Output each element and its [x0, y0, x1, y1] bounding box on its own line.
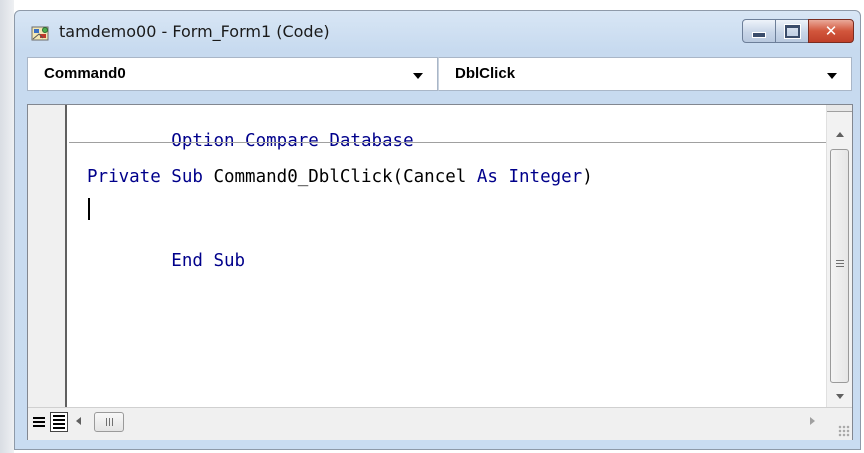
- code-line-sub-footer[interactable]: End Sub: [87, 231, 245, 291]
- full-module-view-button[interactable]: [50, 412, 68, 432]
- arrow-down-icon: [835, 393, 844, 399]
- object-dropdown[interactable]: Command0: [27, 57, 439, 91]
- window-controls: ✕: [742, 19, 854, 43]
- minimize-icon: [752, 32, 766, 38]
- code-keyword: Option Compare Database: [171, 131, 414, 151]
- scroll-right-icon[interactable]: [810, 417, 815, 425]
- horizontal-scroll-thumb[interactable]: [94, 412, 124, 432]
- split-handle[interactable]: [827, 105, 852, 112]
- margin-indicator-bar[interactable]: [28, 105, 67, 407]
- scroll-down-button[interactable]: [827, 385, 852, 407]
- close-button[interactable]: ✕: [808, 19, 854, 43]
- text-caret: [88, 198, 90, 220]
- code-punctuation: ): [582, 167, 593, 187]
- chevron-down-icon[interactable]: [413, 73, 424, 79]
- vertical-scroll-thumb[interactable]: [830, 149, 849, 383]
- code-keyword: Private Sub: [87, 167, 203, 187]
- procedure-dropdown[interactable]: DblClick: [438, 57, 852, 91]
- maximize-icon: [783, 23, 801, 39]
- close-icon: ✕: [824, 21, 838, 40]
- resize-grip-icon[interactable]: [838, 425, 850, 437]
- minimize-button[interactable]: [742, 19, 776, 43]
- desktop-background: [0, 0, 14, 453]
- scroll-left-icon[interactable]: [76, 417, 81, 425]
- maximize-button[interactable]: [775, 19, 809, 43]
- code-text-area[interactable]: Option Compare Database Private Sub Comm…: [69, 105, 826, 407]
- code-line-declaration[interactable]: Option Compare Database: [87, 111, 414, 171]
- editor-status-bar: [28, 407, 852, 440]
- code-window: tamdemo00 - Form_Form1 (Code) ✕ Command0…: [14, 10, 861, 450]
- code-keyword: End Sub: [171, 251, 246, 271]
- grip-icon: [836, 260, 844, 269]
- code-keyword: Integer: [508, 167, 583, 187]
- procedure-separator: [69, 142, 826, 143]
- code-line-sub-header[interactable]: Private Sub Command0_DblClick(Cancel As …: [87, 167, 593, 187]
- combo-bar: Command0 DblClick: [27, 57, 852, 91]
- procedure-view-button[interactable]: [30, 412, 48, 432]
- procedure-dropdown-value: DblClick: [455, 65, 516, 82]
- vba-module-icon: [31, 25, 51, 43]
- arrow-up-icon: [835, 131, 844, 137]
- title-bar[interactable]: tamdemo00 - Form_Form1 (Code) ✕: [15, 11, 860, 53]
- code-editor[interactable]: Option Compare Database Private Sub Comm…: [27, 104, 853, 440]
- object-dropdown-value: Command0: [44, 65, 126, 82]
- code-identifier: Command0_DblClick(Cancel: [202, 167, 477, 187]
- code-keyword: As: [476, 167, 498, 187]
- chevron-down-icon[interactable]: [827, 73, 837, 79]
- vertical-scrollbar[interactable]: [826, 105, 852, 407]
- window-title: tamdemo00 - Form_Form1 (Code): [59, 22, 330, 41]
- scroll-up-button[interactable]: [827, 123, 852, 145]
